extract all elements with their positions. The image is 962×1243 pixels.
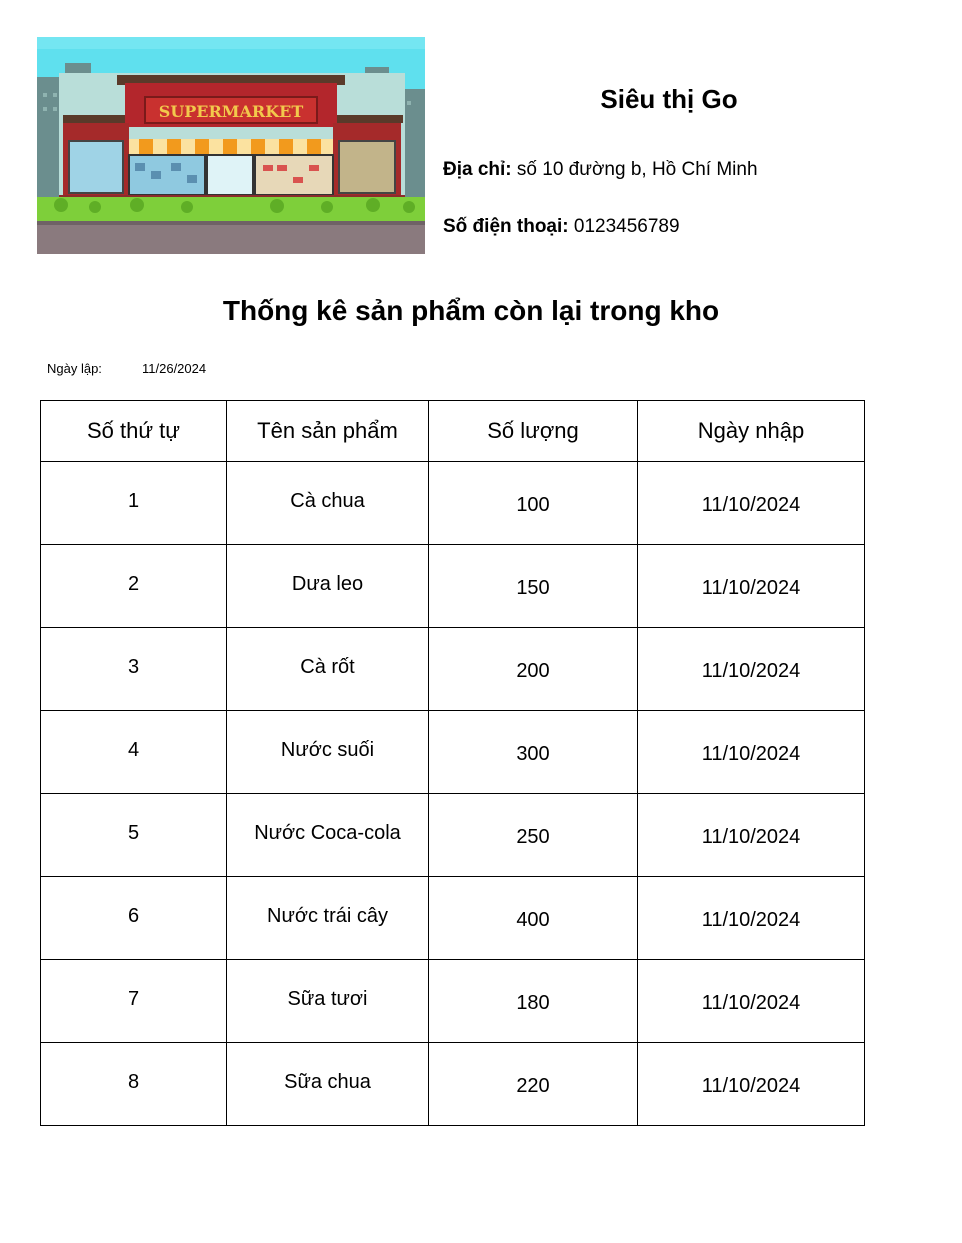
cell-import-date: 11/10/2024 [701,742,801,765]
table-row: 3 Cà rốt 200 11/10/2024 [40,627,865,711]
cell-import-date: 11/10/2024 [701,991,801,1014]
cell-stt: 7 [127,987,140,1010]
cell-stt: 6 [127,904,140,927]
address-label: Địa chỉ: [443,159,512,180]
store-phone: Số điện thoại: 0123456789 [443,216,680,238]
table-row: 4 Nước suối 300 11/10/2024 [40,710,865,794]
phone-value: 0123456789 [573,216,680,237]
table-row: 1 Cà chua 100 11/10/2024 [40,461,865,545]
phone-label: Số điện thoại: [443,216,569,237]
cell-product-name: Sữa tươi [287,987,368,1010]
cell-product-name: Nước Coca-cola [254,821,401,844]
header-stt: Số thứ tự [40,400,227,462]
table-row: 2 Dưa leo 150 11/10/2024 [40,544,865,628]
cell-product-name: Nước suối [280,738,375,761]
cell-product-name: Dưa leo [291,572,364,595]
cell-stt: 4 [127,738,140,761]
store-sign-text: SUPERMARKET [159,102,304,121]
cell-stt: 8 [127,1070,140,1093]
table-row: 8 Sữa chua 220 11/10/2024 [40,1042,865,1126]
store-image: SUPERMARKET [37,37,425,254]
cell-import-date: 11/10/2024 [701,908,801,931]
table-header-row: Số thứ tự Tên sản phẩm Số lượng Ngày nhậ… [40,400,865,462]
store-address: Địa chỉ: số 10 đường b, Hồ Chí Minh [443,159,758,181]
address-value: số 10 đường b, Hồ Chí Minh [516,159,758,180]
cell-stt: 5 [127,821,140,844]
report-title: Thống kê sản phẩm còn lại trong kho [222,295,720,326]
store-name: Siêu thị Go [600,84,738,114]
table-row: 5 Nước Coca-cola 250 11/10/2024 [40,793,865,877]
cell-quantity: 150 [516,576,550,599]
inventory-table: Số thứ tự Tên sản phẩm Số lượng Ngày nhậ… [40,400,865,1126]
cell-product-name: Sữa chua [284,1070,371,1093]
report-date-value: 11/26/2024 [142,361,207,376]
table-row: 6 Nước trái cây 400 11/10/2024 [40,876,865,960]
cell-stt: 1 [127,489,140,512]
report-date-label: Ngày lập: [47,361,102,376]
cell-quantity: 200 [516,659,550,682]
cell-stt: 2 [127,572,140,595]
cell-import-date: 11/10/2024 [701,493,801,516]
cell-stt: 3 [127,655,140,678]
cell-product-name: Cà rốt [300,655,355,678]
cell-quantity: 100 [516,493,550,516]
header-quantity: Số lượng [428,400,638,462]
cell-import-date: 11/10/2024 [701,825,801,848]
cell-quantity: 220 [516,1074,550,1097]
header-product-name: Tên sản phẩm [226,400,429,462]
cell-quantity: 250 [516,825,550,848]
cell-product-name: Cà chua [290,489,365,512]
table-row: 7 Sữa tươi 180 11/10/2024 [40,959,865,1043]
cell-quantity: 180 [516,991,550,1014]
header-import-date: Ngày nhập [637,400,865,462]
cell-import-date: 11/10/2024 [701,1074,801,1097]
cell-import-date: 11/10/2024 [701,659,801,682]
cell-quantity: 300 [516,742,550,765]
cell-quantity: 400 [516,908,550,931]
cell-product-name: Nước trái cây [267,904,388,927]
cell-import-date: 11/10/2024 [701,576,801,599]
